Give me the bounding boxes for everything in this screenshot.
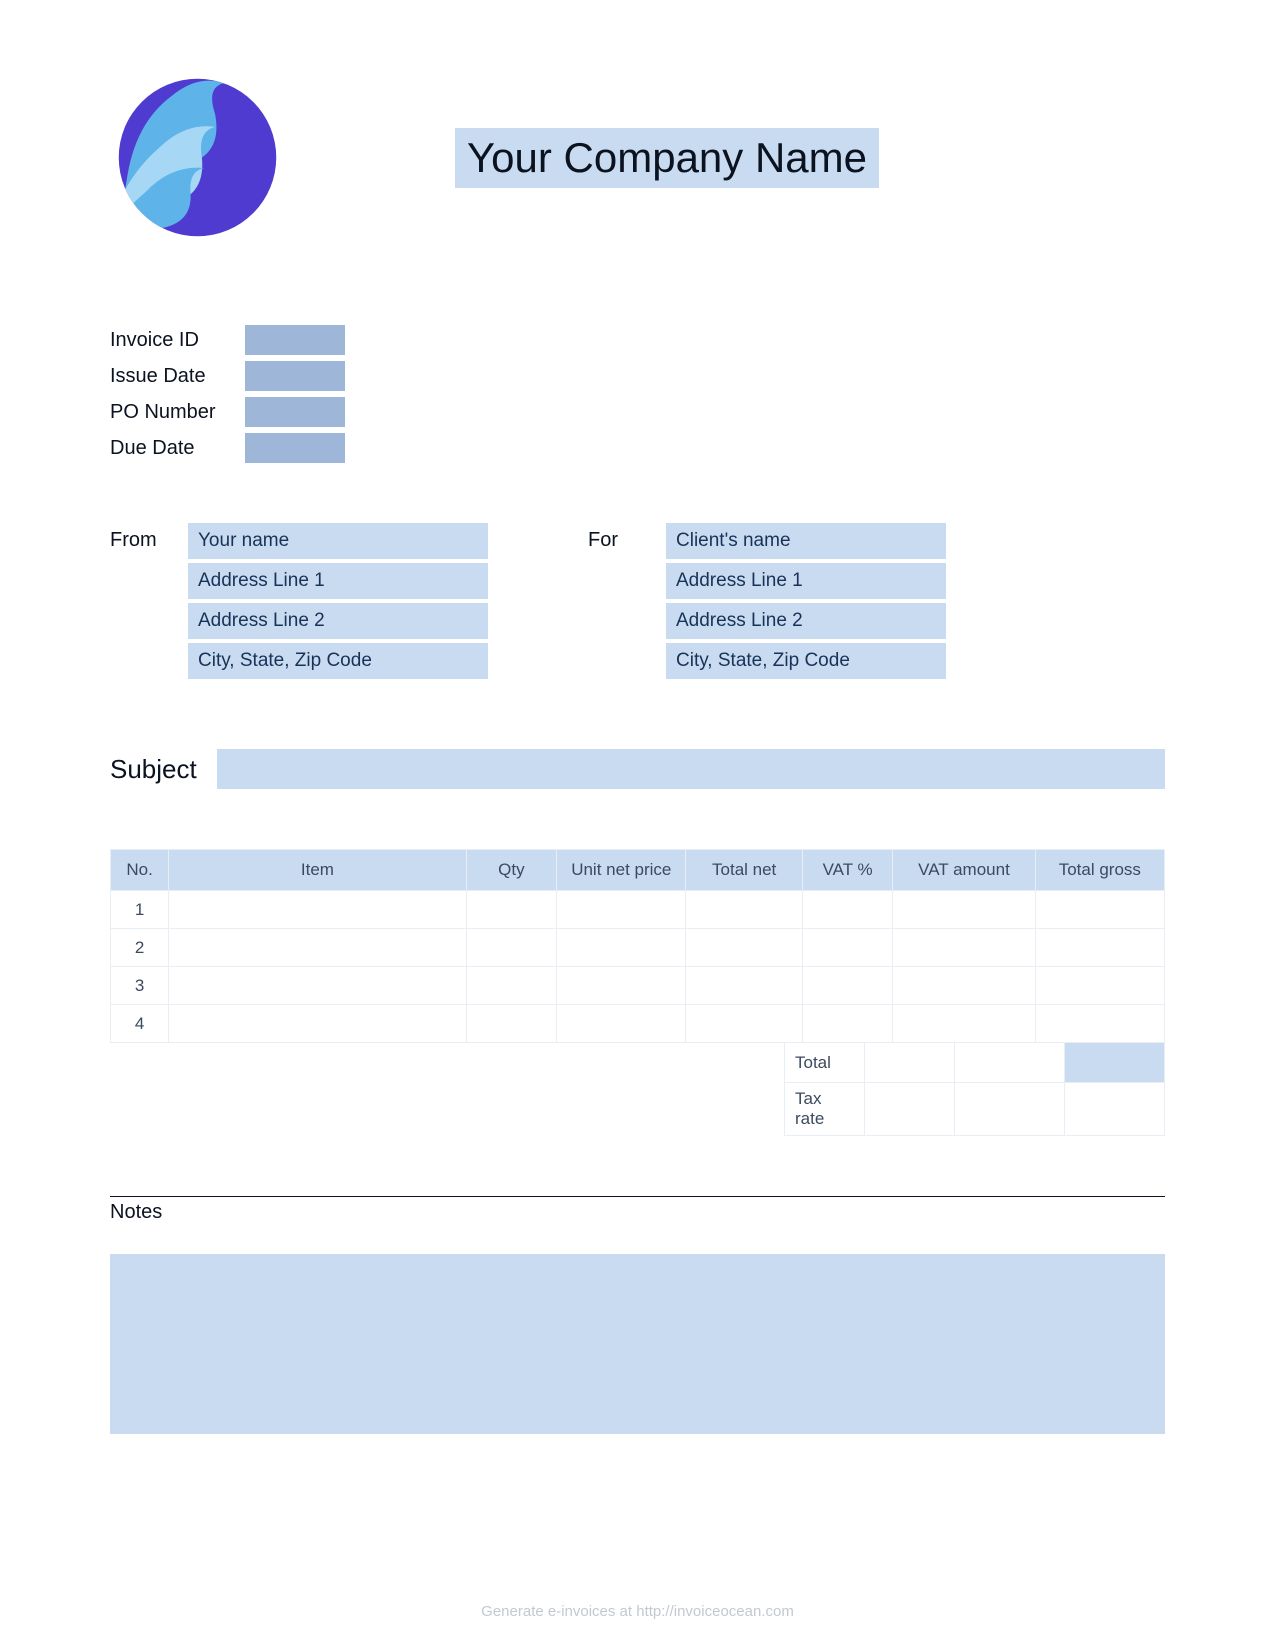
cell[interactable] (802, 929, 893, 967)
taxrate-vatpct[interactable] (865, 1083, 955, 1136)
cell[interactable] (557, 929, 686, 967)
po-number-value[interactable] (245, 397, 345, 427)
table-row: 4 (111, 1005, 1165, 1043)
taxrate-gross[interactable] (1065, 1083, 1165, 1136)
subject-label: Subject (110, 754, 197, 785)
row-no: 2 (111, 929, 169, 967)
table-row: 3 (111, 967, 1165, 1005)
cell[interactable] (893, 1005, 1035, 1043)
total-gross[interactable] (1065, 1043, 1165, 1083)
cell[interactable] (686, 929, 802, 967)
cell[interactable] (893, 929, 1035, 967)
cell[interactable] (802, 1005, 893, 1043)
cell[interactable] (1035, 1005, 1164, 1043)
for-address1[interactable]: Address Line 1 (666, 563, 946, 599)
cell[interactable] (893, 891, 1035, 929)
th-totalnet: Total net (686, 850, 802, 891)
th-vatpct: VAT % (802, 850, 893, 891)
cell[interactable] (466, 891, 557, 929)
from-label: From (110, 523, 172, 679)
total-vatpct[interactable] (865, 1043, 955, 1083)
row-no: 1 (111, 891, 169, 929)
for-name[interactable]: Client's name (666, 523, 946, 559)
for-block: For Client's name Address Line 1 Address… (588, 523, 946, 679)
cell[interactable] (169, 1005, 466, 1043)
th-vatamt: VAT amount (893, 850, 1035, 891)
subject-input[interactable] (217, 749, 1165, 789)
total-label: Total (785, 1043, 865, 1083)
footer-text: Generate e-invoices at http://invoiceoce… (0, 1603, 1275, 1620)
cell[interactable] (169, 929, 466, 967)
issue-date-label: Issue Date (110, 365, 245, 388)
cell[interactable] (169, 967, 466, 1005)
for-label: For (588, 523, 650, 679)
th-totalgross: Total gross (1035, 850, 1164, 891)
for-address2[interactable]: Address Line 2 (666, 603, 946, 639)
cell[interactable] (802, 967, 893, 1005)
cell[interactable] (686, 967, 802, 1005)
from-address1[interactable]: Address Line 1 (188, 563, 488, 599)
th-unit: Unit net price (557, 850, 686, 891)
th-item: Item (169, 850, 466, 891)
due-date-value[interactable] (245, 433, 345, 463)
invoice-id-label: Invoice ID (110, 329, 245, 352)
wave-logo-icon (110, 70, 285, 245)
table-row: 1 (111, 891, 1165, 929)
cell[interactable] (557, 1005, 686, 1043)
cell[interactable] (466, 1005, 557, 1043)
items-table: No. Item Qty Unit net price Total net VA… (110, 849, 1165, 1043)
from-name[interactable]: Your name (188, 523, 488, 559)
from-address2[interactable]: Address Line 2 (188, 603, 488, 639)
cell[interactable] (557, 891, 686, 929)
taxrate-vatamt[interactable] (955, 1083, 1065, 1136)
cell[interactable] (686, 1005, 802, 1043)
po-number-label: PO Number (110, 401, 245, 424)
for-city[interactable]: City, State, Zip Code (666, 643, 946, 679)
invoice-meta: Invoice ID Issue Date PO Number Due Date (110, 325, 1165, 463)
cell[interactable] (1035, 891, 1164, 929)
notes-divider (110, 1196, 1165, 1197)
notes-box[interactable] (110, 1254, 1165, 1434)
cell[interactable] (1035, 929, 1164, 967)
cell[interactable] (466, 929, 557, 967)
cell[interactable] (169, 891, 466, 929)
row-no: 4 (111, 1005, 169, 1043)
taxrate-label: Tax rate (785, 1083, 865, 1136)
cell[interactable] (466, 967, 557, 1005)
cell[interactable] (802, 891, 893, 929)
th-qty: Qty (466, 850, 557, 891)
due-date-label: Due Date (110, 437, 245, 460)
row-no: 3 (111, 967, 169, 1005)
cell[interactable] (893, 967, 1035, 1005)
from-city[interactable]: City, State, Zip Code (188, 643, 488, 679)
summary-table: Total Tax rate (784, 1042, 1165, 1136)
issue-date-value[interactable] (245, 361, 345, 391)
cell[interactable] (686, 891, 802, 929)
th-no: No. (111, 850, 169, 891)
total-vatamt[interactable] (955, 1043, 1065, 1083)
company-name: Your Company Name (455, 128, 879, 188)
cell[interactable] (557, 967, 686, 1005)
notes-label: Notes (110, 1201, 1165, 1224)
cell[interactable] (1035, 967, 1164, 1005)
invoice-id-value[interactable] (245, 325, 345, 355)
table-row: 2 (111, 929, 1165, 967)
from-block: From Your name Address Line 1 Address Li… (110, 523, 488, 679)
